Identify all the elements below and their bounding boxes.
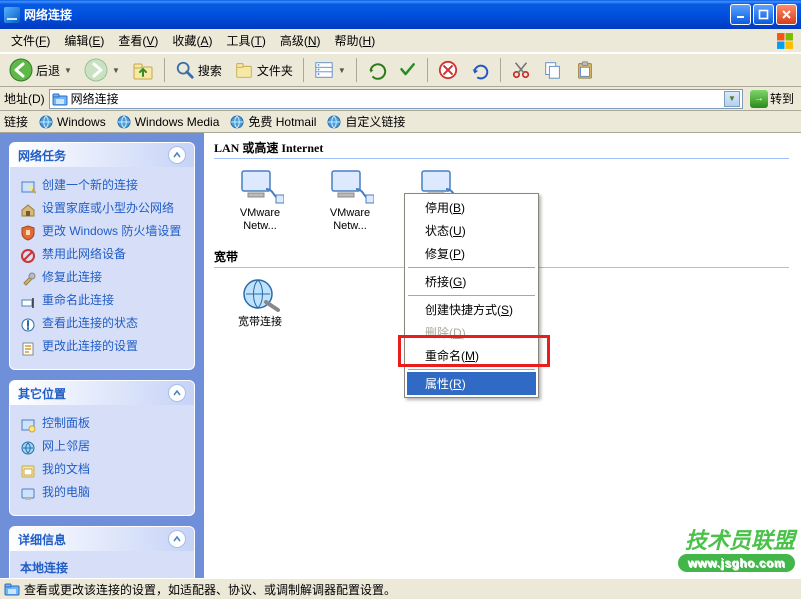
window-close-button[interactable] <box>776 4 797 25</box>
toolbar-separator <box>427 58 428 82</box>
toolbar: 后退▼ ▼ 搜索 文件夹 ▼ <box>0 53 801 87</box>
link-windows[interactable]: Windows <box>38 114 106 130</box>
window-titlebar: 网络连接 <box>0 0 801 29</box>
sync-button[interactable] <box>362 57 392 83</box>
toolbar-separator <box>303 58 304 82</box>
address-bar: 地址(D) 网络连接 →转到 <box>0 87 801 111</box>
address-dropdown-button[interactable] <box>724 91 740 107</box>
address-combo[interactable]: 网络连接 <box>49 89 743 109</box>
connection-item[interactable]: 宽带连接 <box>224 274 296 329</box>
group-lan-heading: LAN 或高速 Internet <box>212 137 801 158</box>
throbber-icon <box>773 32 797 50</box>
task-new-connection[interactable]: 创建一个新的连接 <box>20 175 184 198</box>
toolbar-separator <box>356 58 357 82</box>
links-label: 链接 <box>4 113 28 130</box>
panel-header[interactable]: 详细信息 <box>10 527 194 551</box>
panel-title: 网络任务 <box>18 147 66 164</box>
link-custom[interactable]: 自定义链接 <box>326 113 405 130</box>
ctx-disable[interactable]: 停用(B) <box>407 196 536 219</box>
window-minimize-button[interactable] <box>730 4 751 25</box>
address-label: 地址(D) <box>4 90 45 107</box>
toolbar-separator <box>500 58 501 82</box>
collapse-icon[interactable] <box>168 146 186 164</box>
forward-button[interactable]: ▼ <box>79 55 125 85</box>
window-icon <box>4 7 20 23</box>
ctx-rename[interactable]: 重命名(M) <box>407 344 536 367</box>
network-connection-icon <box>236 165 284 205</box>
place-network-places[interactable]: 网上邻居 <box>20 436 184 459</box>
search-button[interactable]: 搜索 <box>170 57 227 83</box>
panel-title: 详细信息 <box>18 531 66 548</box>
folders-button[interactable]: 文件夹 <box>229 57 298 83</box>
task-rename[interactable]: 重命名此连接 <box>20 290 184 313</box>
status-icon <box>4 581 20 597</box>
place-control-panel[interactable]: 控制面板 <box>20 413 184 436</box>
back-button[interactable]: 后退▼ <box>4 55 77 85</box>
links-bar: 链接 Windows Windows Media 免费 Hotmail 自定义链… <box>0 111 801 133</box>
ctx-delete: 删除(D) <box>407 321 536 344</box>
ctx-bridge[interactable]: 桥接(G) <box>407 270 536 293</box>
up-button[interactable] <box>127 56 159 84</box>
task-status[interactable]: 查看此连接的状态 <box>20 313 184 336</box>
views-button[interactable]: ▼ <box>309 57 351 83</box>
menu-tools[interactable]: 工具(T) <box>219 30 272 51</box>
collapse-icon[interactable] <box>168 384 186 402</box>
window-maximize-button[interactable] <box>753 4 774 25</box>
connection-item[interactable]: VMware Netw... <box>224 165 296 232</box>
ctx-properties[interactable]: 属性(R) <box>407 372 536 395</box>
menu-favorites[interactable]: 收藏(A) <box>165 30 219 51</box>
paste-button[interactable] <box>570 57 600 83</box>
task-properties[interactable]: 更改此连接的设置 <box>20 336 184 359</box>
task-disable-device[interactable]: 禁用此网络设备 <box>20 244 184 267</box>
ctx-repair[interactable]: 修复(P) <box>407 242 536 265</box>
menu-view[interactable]: 查看(V) <box>111 30 165 51</box>
ctx-create-shortcut[interactable]: 创建快捷方式(S) <box>407 298 536 321</box>
ctx-separator <box>408 295 535 296</box>
copy-button[interactable] <box>538 57 568 83</box>
menu-help[interactable]: 帮助(H) <box>328 30 383 51</box>
ctx-separator <box>408 369 535 370</box>
broadband-icon <box>236 274 284 314</box>
menu-edit[interactable]: 编辑(E) <box>57 30 111 51</box>
ctx-status[interactable]: 状态(U) <box>407 219 536 242</box>
check-button[interactable] <box>394 58 422 82</box>
place-my-computer[interactable]: 我的电脑 <box>20 482 184 505</box>
connection-item[interactable]: VMware Netw... <box>314 165 386 232</box>
window-title: 网络连接 <box>24 6 72 23</box>
undo-button[interactable] <box>465 57 495 83</box>
panel-details: 详细信息 本地连接 <box>10 527 194 578</box>
side-panel: 网络任务 创建一个新的连接 设置家庭或小型办公网络 更改 Windows 防火墙… <box>0 133 204 578</box>
panel-header[interactable]: 网络任务 <box>10 143 194 167</box>
panel-header[interactable]: 其它位置 <box>10 381 194 405</box>
address-value: 网络连接 <box>71 90 119 107</box>
watermark: 技术员联盟 www.jsgho.com <box>678 530 795 572</box>
ctx-separator <box>408 267 535 268</box>
link-hotmail[interactable]: 免费 Hotmail <box>229 113 316 130</box>
context-menu: 停用(B) 状态(U) 修复(P) 桥接(G) 创建快捷方式(S) 删除(D) … <box>404 193 539 398</box>
go-button[interactable]: →转到 <box>747 89 797 109</box>
stop-button[interactable] <box>433 57 463 83</box>
netfolder-icon <box>52 91 68 107</box>
place-my-documents[interactable]: 我的文档 <box>20 459 184 482</box>
menu-bar: 文件(F) 编辑(E) 查看(V) 收藏(A) 工具(T) 高级(N) 帮助(H… <box>0 29 801 53</box>
panel-other-places: 其它位置 控制面板 网上邻居 我的文档 我的电脑 <box>10 381 194 515</box>
status-text: 查看或更改该连接的设置，如适配器、协议、或调制解调器配置设置。 <box>24 581 396 598</box>
panel-title: 其它位置 <box>18 385 66 402</box>
cut-button[interactable] <box>506 57 536 83</box>
details-name: 本地连接 <box>20 561 68 575</box>
task-home-network[interactable]: 设置家庭或小型办公网络 <box>20 198 184 221</box>
menu-file[interactable]: 文件(F) <box>4 30 57 51</box>
toolbar-separator <box>164 58 165 82</box>
menu-advanced[interactable]: 高级(N) <box>273 30 328 51</box>
collapse-icon[interactable] <box>168 530 186 548</box>
link-windows-media[interactable]: Windows Media <box>116 114 220 130</box>
task-firewall[interactable]: 更改 Windows 防火墙设置 <box>20 221 184 244</box>
network-connection-icon <box>326 165 374 205</box>
panel-network-tasks: 网络任务 创建一个新的连接 设置家庭或小型办公网络 更改 Windows 防火墙… <box>10 143 194 369</box>
status-bar: 查看或更改该连接的设置，如适配器、协议、或调制解调器配置设置。 <box>0 578 801 599</box>
task-repair[interactable]: 修复此连接 <box>20 267 184 290</box>
